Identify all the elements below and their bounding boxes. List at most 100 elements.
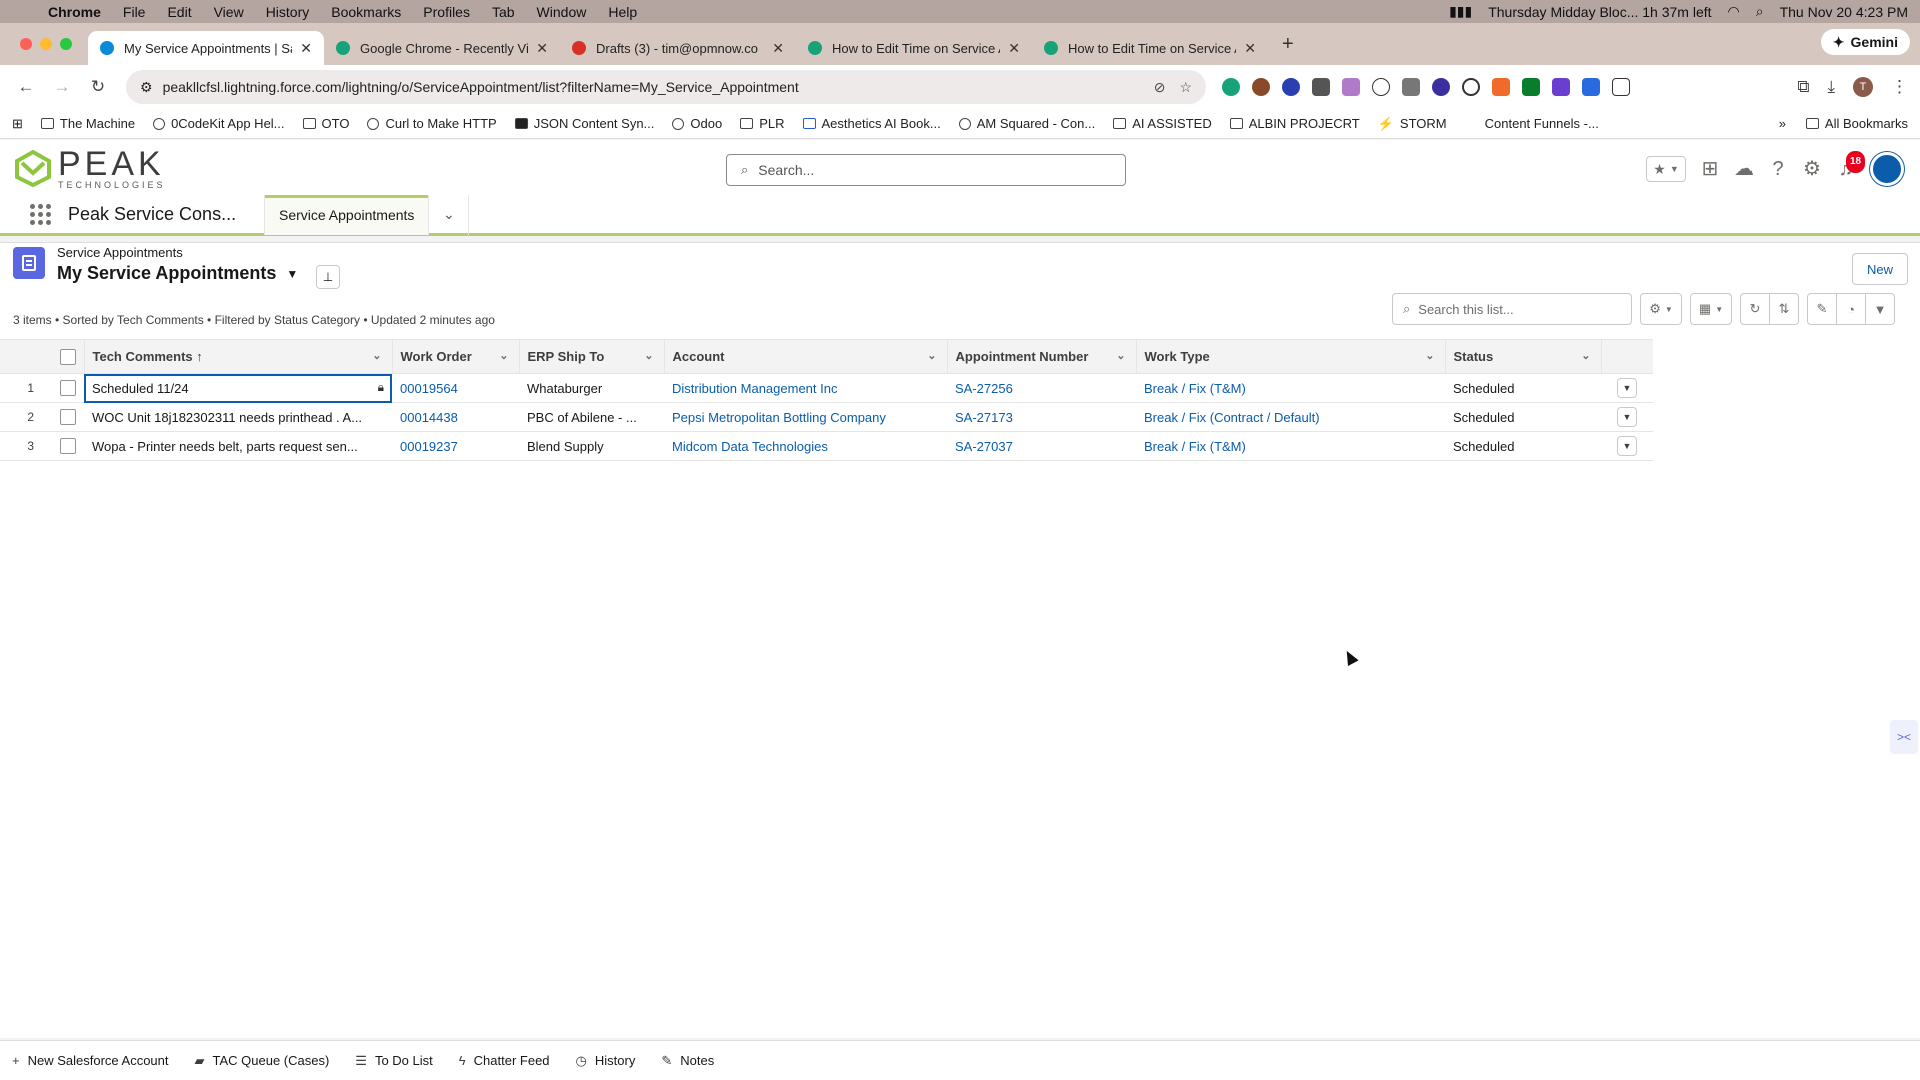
browser-tab[interactable]: Drafts (3) - tim@opmnow.co ✕ (560, 31, 796, 65)
chevron-down-icon[interactable]: ⌄ (1581, 349, 1590, 362)
tech-comments-cell[interactable]: Wopa - Printer needs belt, parts request… (84, 431, 392, 461)
bookmark-folder[interactable]: OTO (302, 116, 349, 131)
tech-comments-cell[interactable]: Scheduled 11/24 🔒︎ (84, 373, 392, 403)
menu-tab[interactable]: Tab (492, 4, 515, 20)
all-bookmarks[interactable]: All Bookmarks (1805, 116, 1908, 131)
browser-tab[interactable]: My Service Appointments | Sa ✕ (88, 31, 324, 65)
close-tab-icon[interactable]: ✕ (300, 40, 312, 57)
peak-logo[interactable]: PEAK TECHNOLOGIES (14, 147, 166, 190)
site-info-icon[interactable]: ⚙ (140, 79, 153, 96)
menu-history[interactable]: History (266, 4, 310, 20)
bookmark-folder[interactable]: AI ASSISTED (1113, 116, 1212, 131)
menu-bookmarks[interactable]: Bookmarks (331, 4, 401, 20)
extension-icon[interactable] (1252, 78, 1270, 96)
column-header-work-type[interactable]: Work Type ⌄ (1136, 339, 1446, 374)
apps-grid-icon[interactable]: ⊞ (12, 116, 23, 132)
profile-avatar[interactable]: T (1853, 77, 1873, 97)
new-button[interactable]: New (1851, 253, 1908, 285)
nav-tab-menu-chevron-icon[interactable]: ⌄ (429, 194, 470, 235)
extension-icon[interactable] (1312, 78, 1330, 96)
minimize-window-icon[interactable] (40, 38, 52, 50)
work-order-link[interactable]: 00019564 (400, 381, 458, 396)
eye-slash-icon[interactable]: ⊘ (1154, 79, 1166, 96)
column-header-status[interactable]: Status ⌄ (1445, 339, 1602, 374)
global-search-input[interactable]: ⌕ Search... (726, 154, 1126, 186)
apple-icon[interactable] (12, 4, 26, 20)
row-checkbox[interactable] (60, 409, 76, 425)
extension-icon[interactable] (1342, 78, 1360, 96)
column-header-work-order[interactable]: Work Order ⌄ (392, 339, 520, 374)
bookmark-link[interactable]: Content Funnels -... (1485, 116, 1599, 131)
chevron-down-icon[interactable]: ⌄ (372, 349, 381, 362)
forward-icon[interactable]: → (48, 77, 76, 97)
utility-chatter-feed[interactable]: ϟ Chatter Feed (459, 1053, 550, 1068)
download-icon[interactable]: ⤓ (1827, 77, 1835, 97)
list-settings-button[interactable]: ⚙ ▼ (1640, 293, 1682, 325)
work-order-link[interactable]: 00019237 (400, 439, 458, 454)
bookmark-link[interactable]: Aesthetics AI Book... (802, 116, 941, 131)
utility-to-do-list[interactable]: ☰ To Do List (355, 1053, 432, 1069)
more-menu-icon[interactable]: ⋮ (1891, 77, 1908, 97)
tech-comments-cell[interactable]: WOC Unit 18j182302311 needs printhead . … (84, 402, 392, 432)
address-bar[interactable]: ⚙ peakllcfsl.lightning.force.com/lightni… (126, 70, 1206, 104)
work-type-link[interactable]: Break / Fix (T&M) (1144, 439, 1246, 454)
utility-history[interactable]: ◷ History (576, 1053, 636, 1069)
extension-icon[interactable] (1492, 78, 1510, 96)
extension-icon[interactable] (1402, 78, 1420, 96)
chevron-down-icon[interactable]: ⌄ (644, 349, 653, 362)
setup-gear-icon[interactable]: ⚙ (1802, 159, 1822, 179)
work-order-link[interactable]: 00014438 (400, 410, 458, 425)
close-tab-icon[interactable]: ✕ (536, 40, 548, 57)
bookmark-folder[interactable]: The Machine (40, 116, 135, 131)
bookmark-link[interactable]: Curl to Make HTTP (367, 116, 497, 131)
extension-icon[interactable] (1552, 78, 1570, 96)
refresh-icon[interactable]: ↻ (1740, 293, 1770, 325)
search-icon[interactable]: ⌕ (1756, 3, 1764, 20)
audio-icon[interactable]: ▮▮▮ (1449, 3, 1472, 20)
close-tab-icon[interactable]: ✕ (772, 40, 784, 57)
bookmark-link[interactable]: 0CodeKit App Hel... (153, 116, 285, 131)
menu-view[interactable]: View (214, 4, 244, 20)
appointment-link[interactable]: SA-27037 (955, 439, 1013, 454)
work-type-link[interactable]: Break / Fix (Contract / Default) (1144, 410, 1320, 425)
extension-icon[interactable] (1282, 78, 1300, 96)
utility-new-salesforce-account[interactable]: + New Salesforce Account (12, 1053, 169, 1068)
browser-tab[interactable]: How to Edit Time on Service A ✕ (796, 31, 1032, 65)
select-all-checkbox[interactable] (59, 348, 76, 365)
extension-icon[interactable] (1522, 78, 1540, 96)
puzzle-icon[interactable] (1612, 78, 1630, 96)
row-actions-dropdown-icon[interactable]: ▼ (1617, 407, 1637, 427)
sort-icon[interactable]: ⇅ (1769, 293, 1799, 325)
more-bookmarks-icon[interactable]: » (1779, 116, 1786, 131)
row-actions-dropdown-icon[interactable]: ▼ (1617, 378, 1637, 398)
zoom-window-icon[interactable] (60, 38, 72, 50)
focus-status[interactable]: Thursday Midday Bloc... 1h 37m left (1488, 4, 1711, 20)
bookmark-star-icon[interactable]: ☆ (1179, 79, 1192, 96)
appointment-link[interactable]: SA-27256 (955, 381, 1013, 396)
bookmark-folder[interactable]: PLR (740, 116, 785, 131)
account-link[interactable]: Midcom Data Technologies (672, 439, 828, 454)
menu-file[interactable]: File (123, 4, 146, 20)
close-window-icon[interactable] (20, 38, 32, 50)
chevron-down-icon[interactable]: ⌄ (1425, 349, 1434, 362)
back-icon[interactable]: ← (12, 77, 40, 97)
browser-tab[interactable]: How to Edit Time on Service A ✕ (1032, 31, 1268, 65)
gemini-button[interactable]: ✦ Gemini (1820, 29, 1910, 55)
display-as-button[interactable]: ▦ ▼ (1690, 293, 1732, 325)
column-header-account[interactable]: Account ⌄ (664, 339, 948, 374)
bookmark-link[interactable]: JSON Content Syn... (514, 116, 654, 131)
trailhead-icon[interactable]: ☁ (1734, 159, 1754, 179)
filter-icon[interactable]: ▼ (1865, 293, 1895, 325)
extension-icon[interactable] (1372, 78, 1390, 96)
utility-tac-queue[interactable]: ▰ TAC Queue (Cases) (195, 1053, 330, 1069)
menu-profiles[interactable]: Profiles (423, 4, 470, 20)
list-view-picker[interactable]: My Service Appointments ▼ (57, 263, 298, 284)
appointment-link[interactable]: SA-27173 (955, 410, 1013, 425)
bookmark-link[interactable]: Odoo (672, 116, 722, 131)
account-link[interactable]: Distribution Management Inc (672, 381, 837, 396)
work-type-link[interactable]: Break / Fix (T&M) (1144, 381, 1246, 396)
user-avatar[interactable] (1870, 152, 1904, 186)
close-tab-icon[interactable]: ✕ (1244, 40, 1256, 57)
bookmark-folder[interactable]: ALBIN PROJECRT (1229, 116, 1360, 131)
chart-icon[interactable]: ◔ (1836, 293, 1866, 325)
